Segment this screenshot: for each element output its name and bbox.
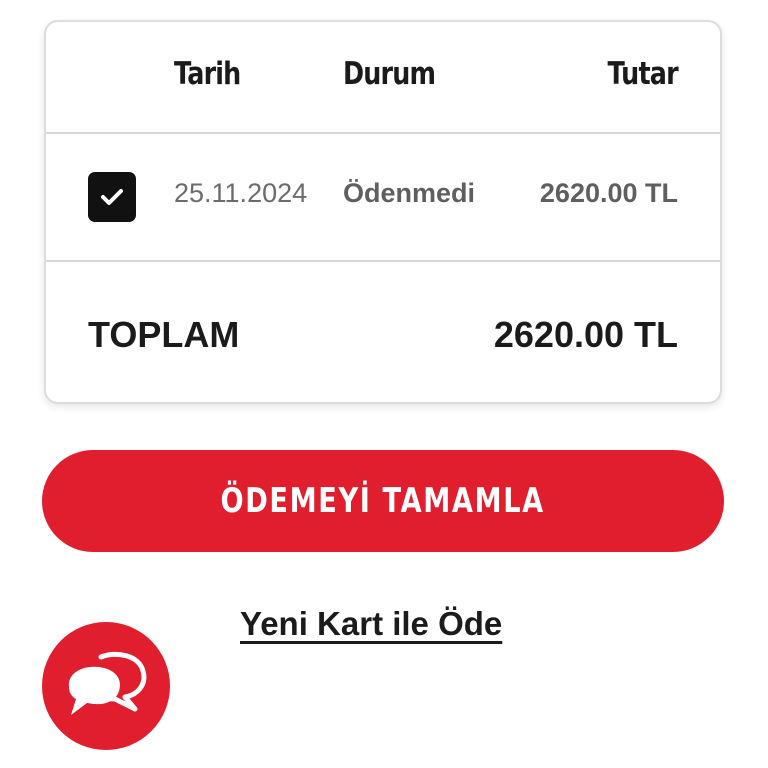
complete-payment-label: ÖDEMEYİ TAMAMLA [220,481,546,521]
row-status: Ödenmedi [343,178,476,208]
table-header: Tarih Durum Tutar [46,22,720,134]
column-header-status: Durum [343,56,436,92]
row-amount: 2620.00 TL [539,178,678,208]
total-label: TOPLAM [88,314,240,355]
chat-bubbles-icon [68,651,147,715]
checkmark-icon [101,189,123,205]
total-value: 2620.00 TL [493,314,678,355]
payment-page: Tarih Durum Tutar 25.11.2024 Ödenmedi 26… [0,0,768,768]
column-header-amount: Tutar [607,56,679,92]
pay-with-new-card-link[interactable]: Yeni Kart ile Öde [240,605,502,643]
chat-button[interactable] [42,622,170,750]
complete-payment-button[interactable]: ÖDEMEYİ TAMAMLA [42,450,724,552]
column-header-date: Tarih [174,56,241,92]
row-date: 25.11.2024 [174,178,308,208]
row-checkbox[interactable] [88,172,136,222]
table-row[interactable]: 25.11.2024 Ödenmedi 2620.00 TL [46,134,720,262]
invoice-table-card: Tarih Durum Tutar 25.11.2024 Ödenmedi 26… [44,20,722,404]
